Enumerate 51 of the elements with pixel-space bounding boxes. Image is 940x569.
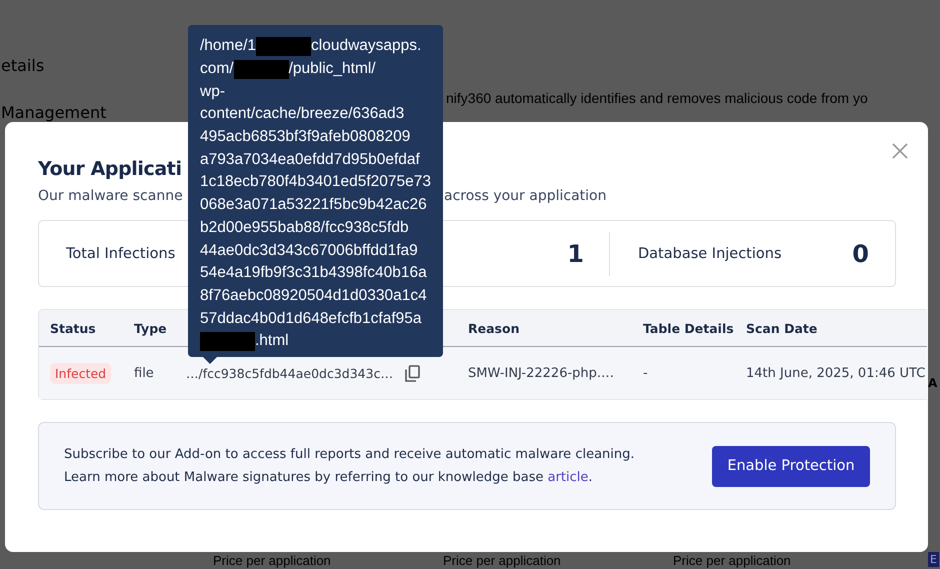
tooltip-text: /public_html/ [288,60,376,78]
column-header: Table Details [643,320,735,336]
sidebar-item[interactable]: etails [1,56,183,75]
stat-label: Total Infections [66,246,176,262]
tooltip-text: a793a7034ea0efdd7d95b0efdaf [200,150,420,169]
table-cell-text: - [643,366,649,380]
sidebar-item[interactable]: Management [1,103,183,122]
tooltip-text: cloudwaysapps. [311,37,422,56]
subtitle-text: across your application [444,188,606,204]
enable-protection-button[interactable]: Enable Protection [712,446,870,486]
price-label: Price per application [443,553,562,568]
section-heading: A [928,376,938,390]
file-path: …/fcc938c5fdb44ae0dc3d343c… [186,366,393,380]
description-text: nify360 automatically identifies and removes malicious code from yo [446,90,868,106]
promo-text: Learn more about Malware signatures by referring to our knowledge base article. [64,470,594,485]
stat-label: Database Injections [638,246,782,262]
price-label: Price per application [673,553,792,568]
tooltip-text: 495acb6853bf3f9afeb0808209 [200,128,410,146]
enable-button[interactable]: E [928,552,939,567]
tooltip-text: 8f76aebc08920504d1d0330a1c4 [200,286,427,305]
column-header: Type [134,320,168,336]
status-badge: Infected [50,362,112,384]
tooltip-text: com/ [200,60,234,78]
table-cell-text: file [134,366,155,380]
table-cell-text: 14th June, 2025, 01:46 UTC [746,366,926,380]
modal-title: Your Applicati [38,158,182,180]
column-header: Reason [468,320,520,336]
tooltip-text: content/cache/breeze/636ad3 [200,105,404,124]
redaction-bar [234,60,289,79]
tooltip-text: .html [255,332,289,350]
stat-value: 0 [852,240,869,268]
redaction-bar [256,36,312,56]
price-label: Price per application [213,553,332,568]
tooltip-text: b2d00e955bab88/fcc938c5fdb [200,218,409,237]
redaction-bar [200,332,255,351]
tooltip-text: 068e3a071a53221f5bc9b42ac26 [200,196,427,214]
tooltip-text: wp- [200,82,225,101]
column-header: Scan Date [746,320,818,336]
tooltip-text: 57ddac4b0d1d648efcfb1cfaf95a [200,310,422,328]
tooltip-text: /home/1 [200,37,256,56]
promo-text: Subscribe to our Add-on to access full reports and receive automatic malware cleaning. [64,447,635,462]
tooltip-text: 54e4a19fb9f3c31b4398fc40b16a [200,264,427,282]
tooltip-text: 44ae0dc3d343c67006bffdd1fa9 [200,242,418,260]
tooltip-text: 1c18ecb780f4b3401ed5f2075e73 [200,173,432,192]
stat-value: 1 [567,240,584,268]
subtitle-text: Our malware scanne [38,188,183,204]
copy-icon[interactable] [404,364,420,382]
article-link[interactable]: article [548,470,588,485]
column-header: Status [50,320,97,336]
close-icon[interactable] [892,143,908,159]
table-cell-text: SMW-INJ-22226-php.… [468,366,616,380]
